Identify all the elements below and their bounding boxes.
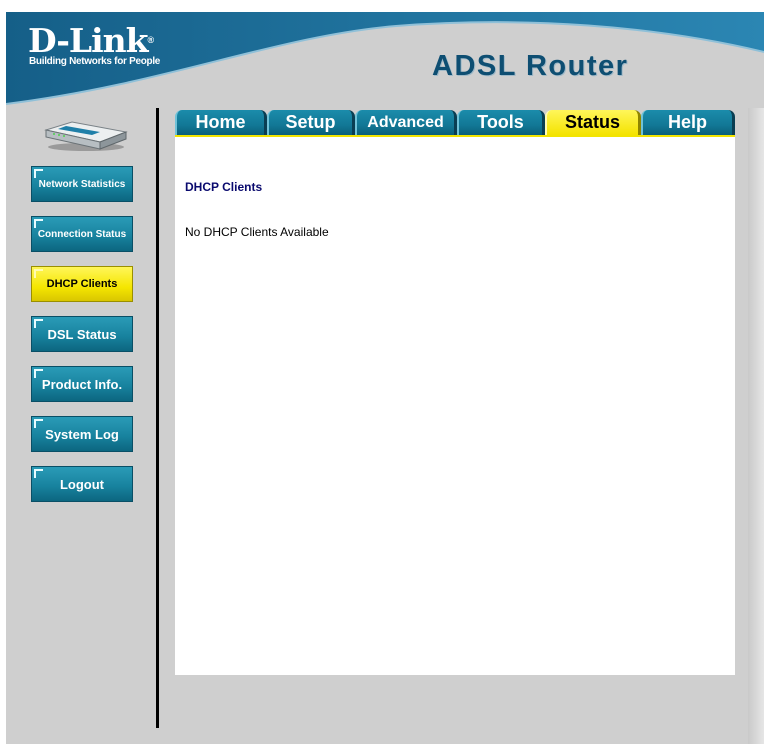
sidebar-item-system-log[interactable]: System Log (31, 416, 133, 452)
sidebar-item-dsl-status[interactable]: DSL Status (31, 316, 133, 352)
sidebar-item-product-info[interactable]: Product Info. (31, 366, 133, 402)
tab-status[interactable]: Status (545, 110, 641, 135)
tab-setup[interactable]: Setup (267, 110, 355, 135)
adsl-router-device-icon (44, 121, 128, 151)
content-panel: DHCP Clients No DHCP Clients Available (175, 137, 735, 675)
tab-tools[interactable]: Tools (457, 110, 545, 135)
sidebar-item-network-statistics[interactable]: Network Statistics (31, 166, 133, 202)
right-edge-strip (748, 108, 764, 744)
sidebar-item-dhcp-clients[interactable]: DHCP Clients (31, 266, 133, 302)
product-title: ADSL Router (432, 50, 629, 82)
brand-tagline: Building Networks for People (29, 56, 161, 67)
sidebar-item-logout[interactable]: Logout (31, 466, 133, 502)
tab-help[interactable]: Help (641, 110, 735, 135)
tab-home[interactable]: Home (175, 110, 267, 135)
sidebar-divider (156, 108, 159, 728)
page-title: DHCP Clients (185, 180, 263, 194)
main-tab-bar: Home Setup Advanced Tools Status Help (175, 108, 735, 137)
dhcp-clients-message: No DHCP Clients Available (185, 225, 329, 239)
dlink-logo: D-Link® (28, 21, 154, 60)
tab-advanced[interactable]: Advanced (355, 110, 457, 135)
header-banner: D-Link® Building Networks for People ADS… (6, 12, 764, 108)
router-admin-page: D-Link® Building Networks for People ADS… (6, 12, 764, 744)
sidebar-item-connection-status[interactable]: Connection Status (31, 216, 133, 252)
